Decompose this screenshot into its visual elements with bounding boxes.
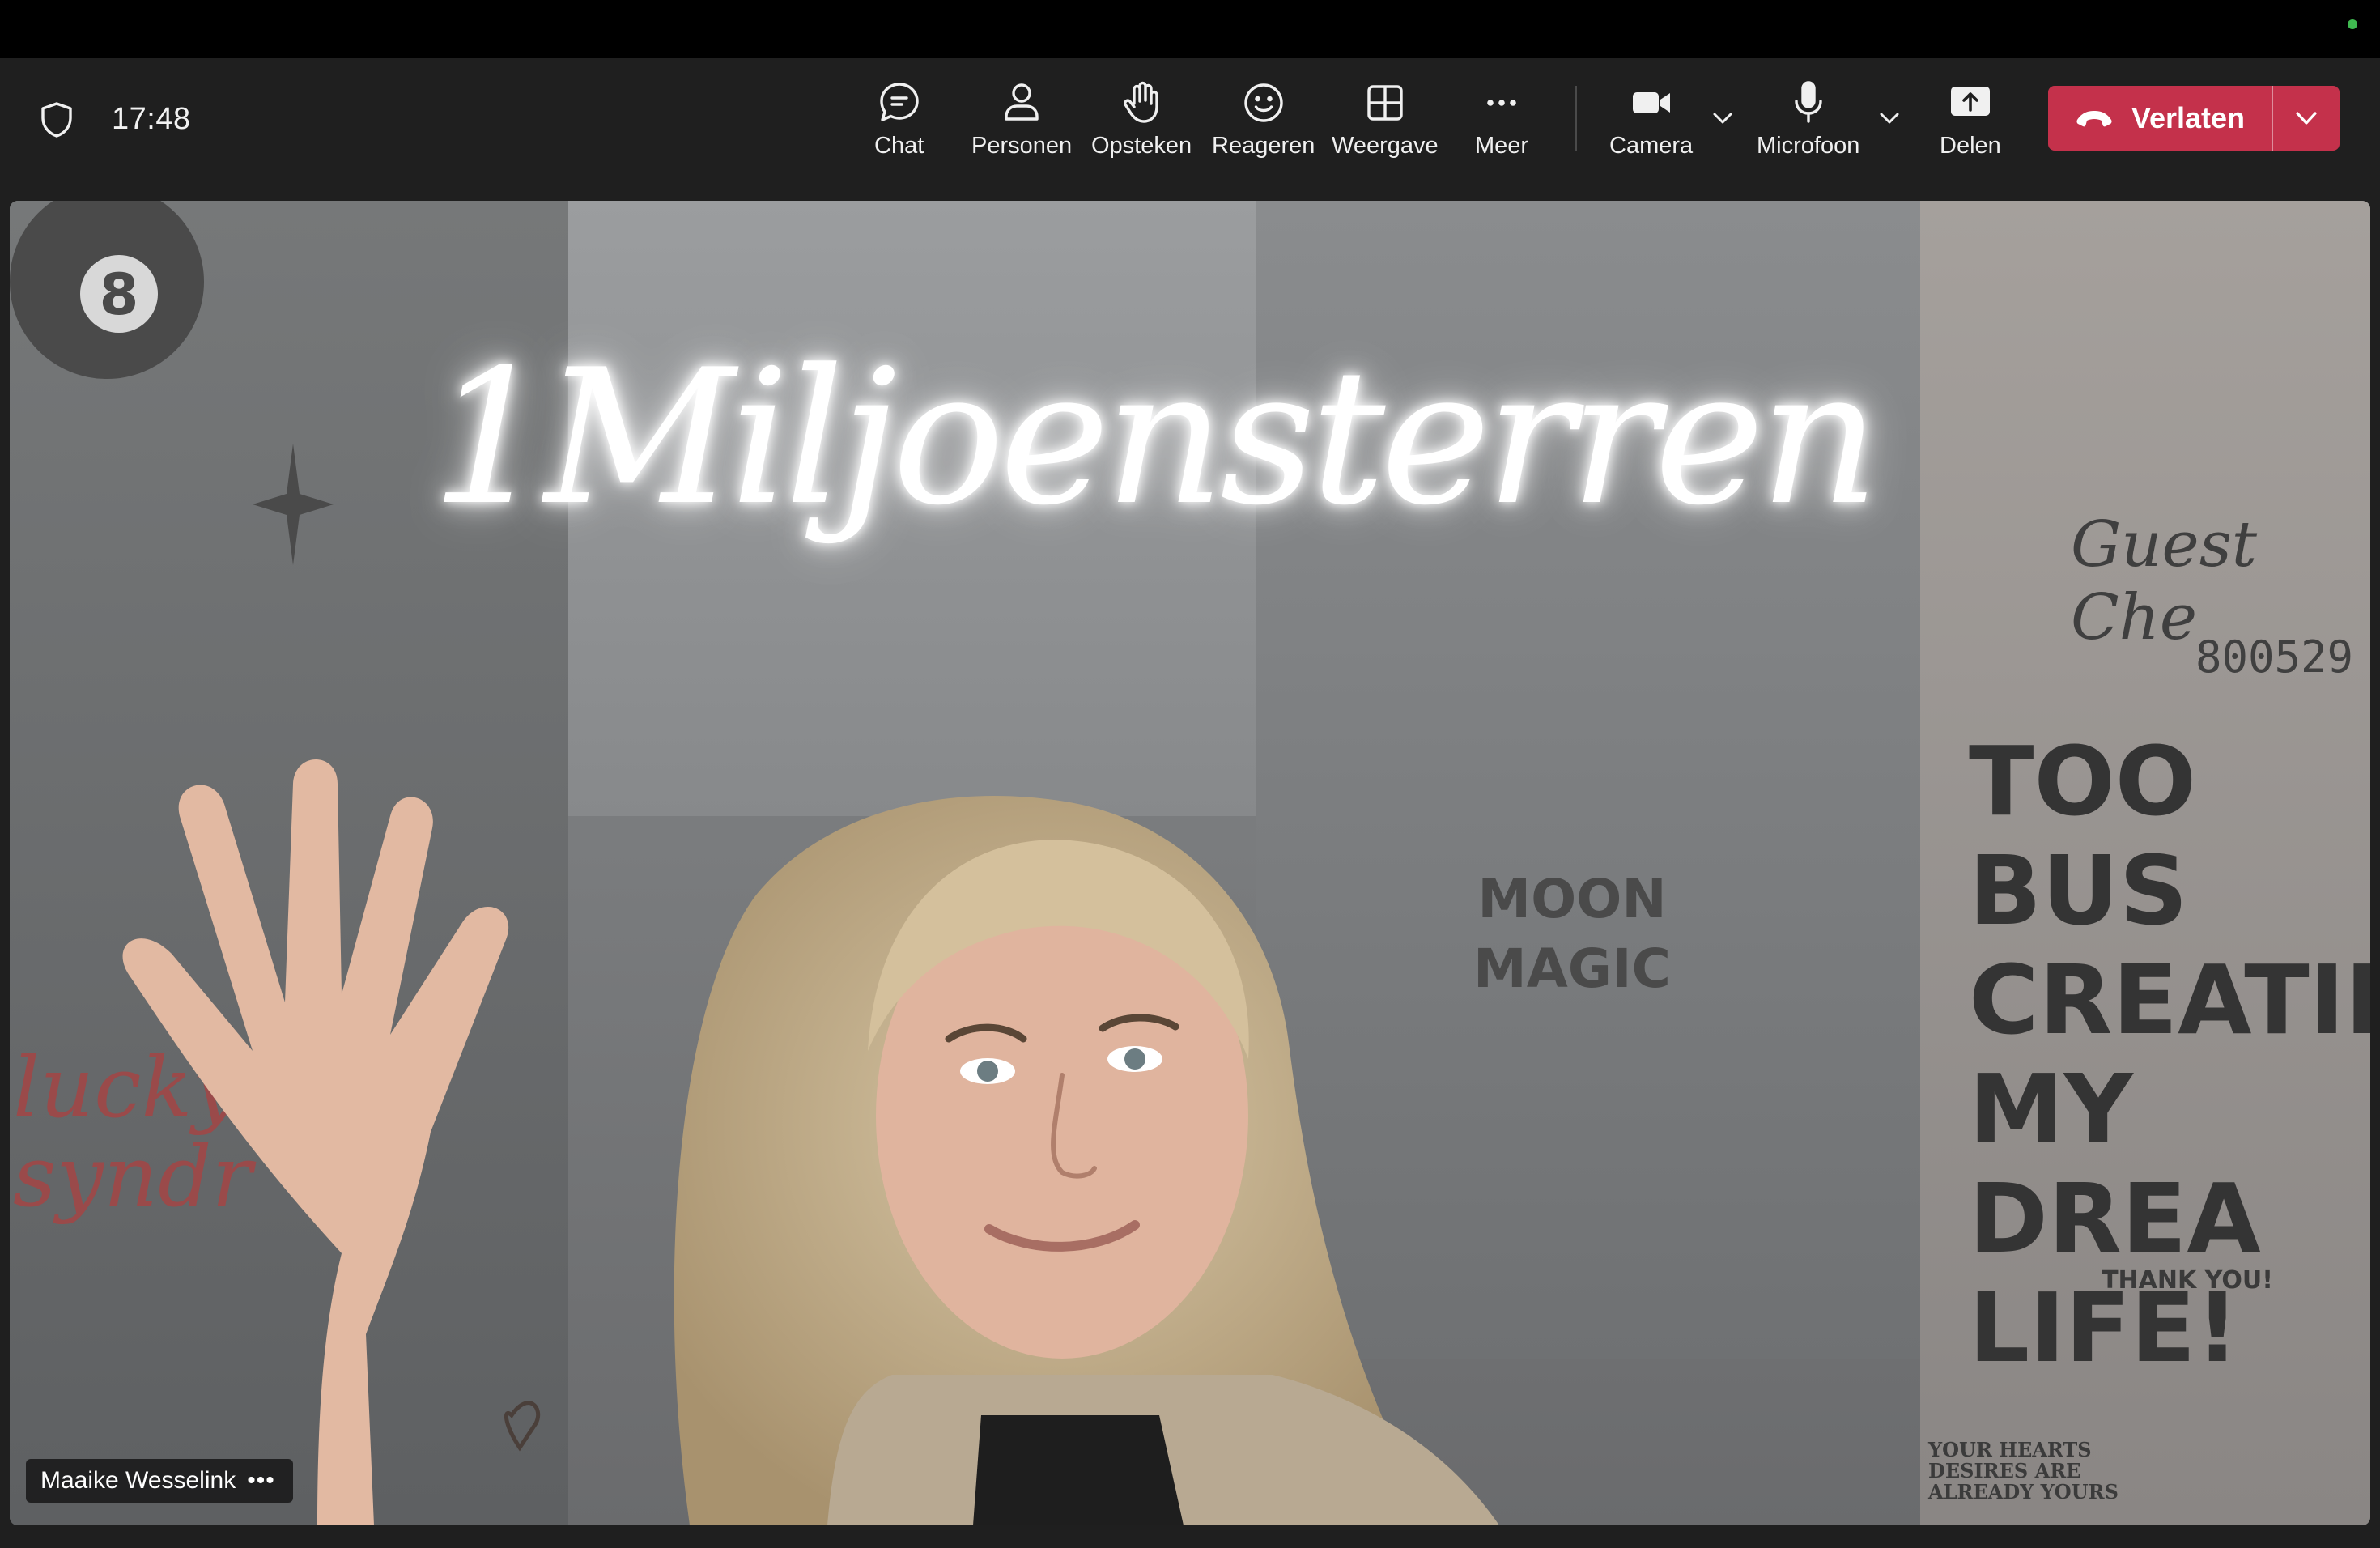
raise-hand-label: Opsteken xyxy=(1091,133,1192,159)
chat-button[interactable]: Chat xyxy=(874,79,924,168)
meeting-toolbar: 17:48 Chat Personen Opsteken Reageren We… xyxy=(0,58,2380,180)
view-button[interactable]: Weergave xyxy=(1332,79,1439,168)
status-indicator-dot xyxy=(2348,19,2357,29)
share-upload-icon xyxy=(1950,87,1990,116)
microphone-button[interactable]: Microfoon xyxy=(1757,79,1859,168)
phone-hangup-icon xyxy=(2076,111,2112,127)
person-icon xyxy=(1005,83,1039,121)
raised-hand-icon xyxy=(1124,81,1158,123)
participant-name: Maaike Wesselink xyxy=(40,1467,236,1494)
leave-button-group: Verlaten xyxy=(2048,86,2340,151)
people-button[interactable]: Personen xyxy=(971,79,1072,168)
leave-button[interactable]: Verlaten xyxy=(2048,86,2272,151)
microphone-icon xyxy=(1794,81,1822,123)
chevron-down-icon xyxy=(2296,112,2317,125)
camera-label: Camera xyxy=(1609,133,1694,159)
microphone-options-chevron-down-icon[interactable] xyxy=(1875,104,1904,133)
meeting-clock: 17:48 xyxy=(112,102,191,136)
chat-label: Chat xyxy=(874,133,924,159)
grid-icon xyxy=(1367,85,1403,121)
react-button[interactable]: Reageren xyxy=(1212,79,1315,168)
share-label: Delen xyxy=(1940,133,2001,159)
participant-name-tag: Maaike Wesselink ••• xyxy=(26,1459,293,1503)
ellipsis-icon xyxy=(1487,100,1516,106)
participant-video[interactable]: 8 1Miljoensterren MOON MAGIC Guest Che 8… xyxy=(10,201,2370,1525)
react-label: Reageren xyxy=(1212,133,1315,159)
video-camera-icon xyxy=(1632,92,1670,113)
leave-options-button[interactable] xyxy=(2273,86,2340,151)
system-menu-bar xyxy=(0,0,2380,58)
more-label: Meer xyxy=(1475,133,1529,159)
smiley-icon xyxy=(1243,83,1283,122)
camera-button[interactable]: Camera xyxy=(1609,79,1693,168)
share-button[interactable]: Delen xyxy=(1940,79,2001,168)
microphone-label: Microfoon xyxy=(1757,133,1860,159)
participant-figure xyxy=(122,759,1499,1525)
leave-label: Verlaten xyxy=(2131,101,2246,134)
shield-icon[interactable] xyxy=(39,100,74,139)
more-button[interactable]: Meer xyxy=(1475,79,1528,168)
participant-options-button[interactable]: ••• xyxy=(247,1469,275,1493)
raise-hand-button[interactable]: Opsteken xyxy=(1091,79,1192,168)
toolbar-divider xyxy=(1575,86,1577,151)
people-label: Personen xyxy=(971,133,1073,159)
camera-options-chevron-down-icon[interactable] xyxy=(1708,104,1737,133)
chat-bubble-icon xyxy=(879,83,919,121)
view-label: Weergave xyxy=(1332,133,1439,159)
